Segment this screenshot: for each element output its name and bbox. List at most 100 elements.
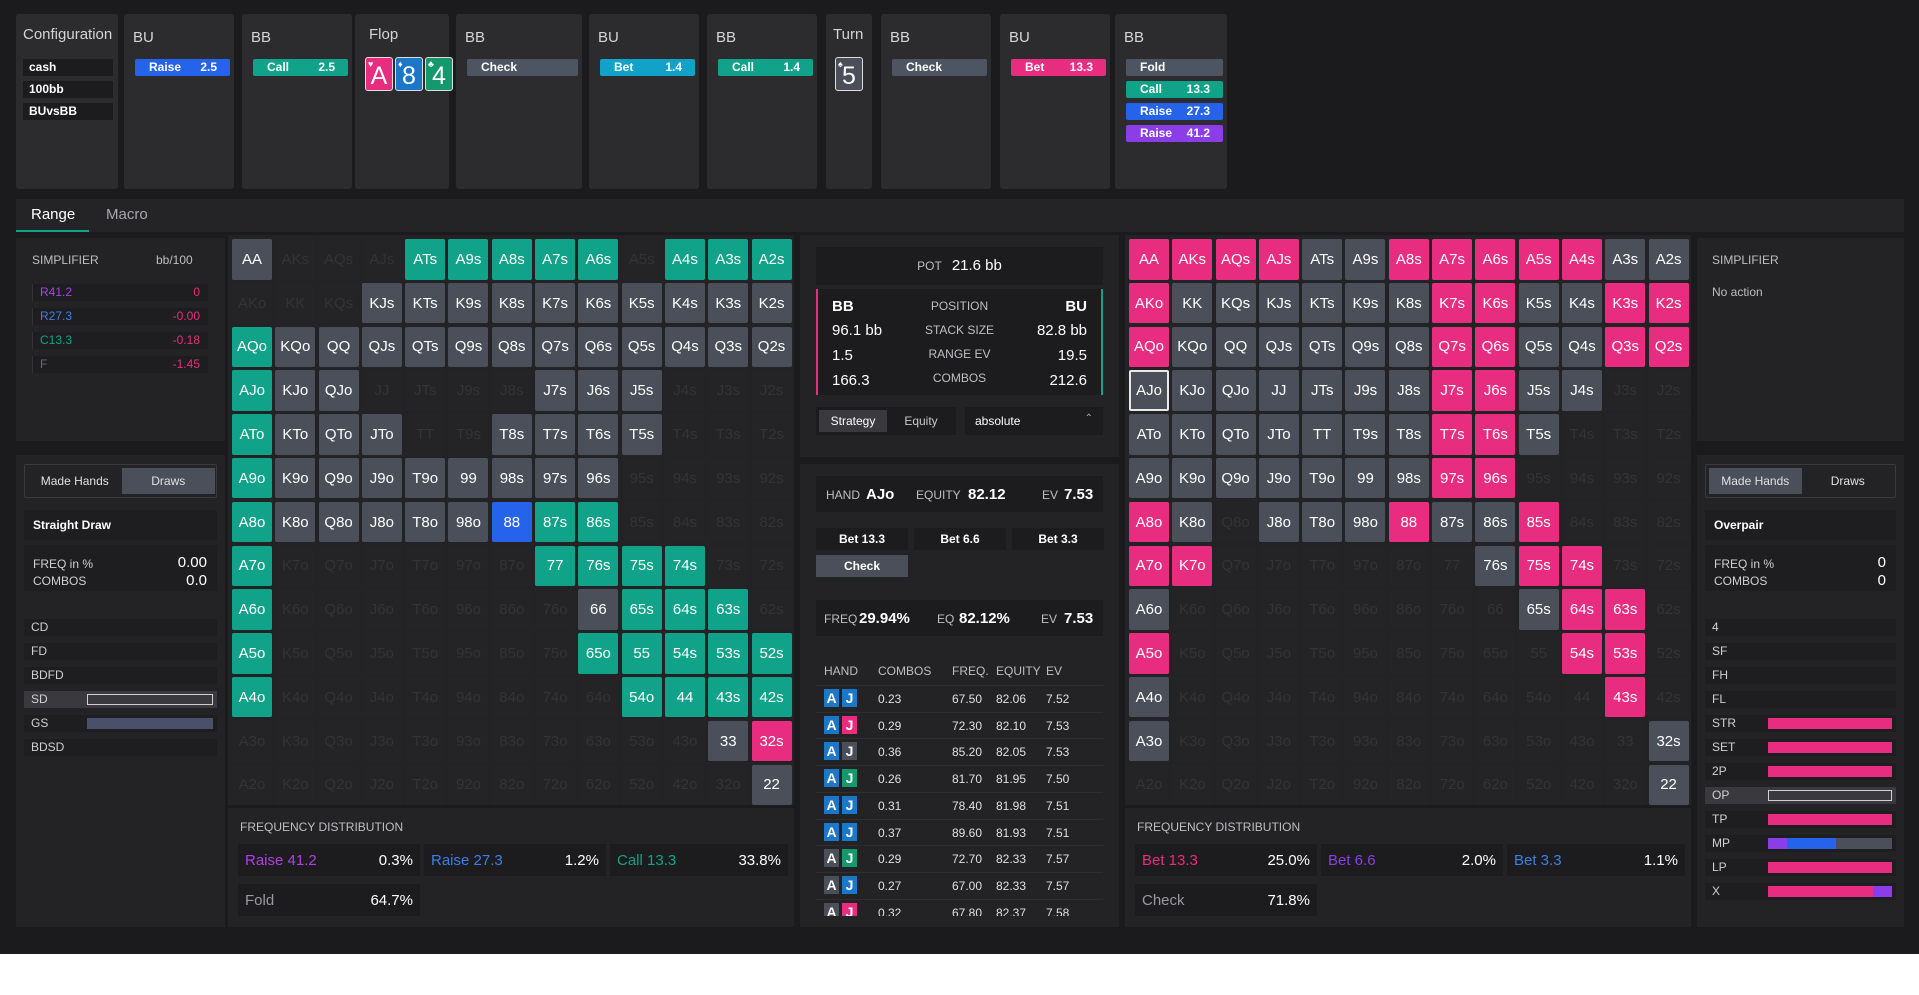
hand-cell[interactable]: Q9o — [318, 457, 359, 499]
hand-cell[interactable]: Q7s — [535, 326, 576, 368]
hand-cell[interactable]: 33 — [708, 720, 749, 762]
hand-cell[interactable]: T7o — [1302, 545, 1343, 587]
hand-cell[interactable]: T8s — [1388, 414, 1429, 455]
hand-cell[interactable]: 42s — [751, 676, 792, 718]
hand-cell[interactable]: 64s — [664, 589, 705, 630]
hand-cell[interactable]: KQs — [318, 282, 359, 324]
hand-cell[interactable]: 75s — [1518, 545, 1559, 587]
config-spot[interactable]: BUvsBB — [23, 103, 113, 120]
hand-cell[interactable]: T3o — [405, 720, 446, 762]
hand-cell[interactable]: 64o — [578, 676, 619, 718]
hand-cell[interactable]: Q7o — [318, 545, 359, 587]
filter-item-tp[interactable]: TP — [1705, 811, 1896, 828]
hand-cell[interactable]: 84s — [664, 501, 705, 543]
hand-cell[interactable]: J4s — [664, 370, 705, 411]
hand-cell[interactable]: 86o — [1388, 589, 1429, 630]
hand-cell[interactable]: A5o — [1129, 633, 1169, 674]
hand-cell[interactable]: J7o — [361, 545, 402, 587]
hand-cell[interactable]: 63o — [578, 720, 619, 762]
hand-cell[interactable]: 85o — [491, 633, 532, 674]
hand-cell[interactable]: J5o — [361, 633, 402, 674]
display-mode-select[interactable]: absolute ⌃ — [965, 407, 1103, 435]
hand-cell[interactable]: ATs — [1302, 239, 1343, 280]
hand-cell[interactable]: QTs — [1302, 326, 1343, 368]
hand-cell[interactable]: 74s — [1561, 545, 1602, 587]
hand-cell[interactable]: AJs — [1258, 239, 1299, 280]
hand-cell[interactable]: K4o — [1172, 676, 1213, 718]
hand-cell[interactable]: TT — [1302, 414, 1343, 455]
hand-cell[interactable]: 43o — [664, 720, 705, 762]
hand-cell[interactable]: AJs — [361, 239, 402, 280]
hand-cell[interactable]: K5s — [1518, 282, 1559, 324]
tab-equity[interactable]: Equity — [889, 410, 953, 432]
filter-tab-draws[interactable]: Draws — [1802, 468, 1895, 494]
table-row[interactable]: A J 0.29 72.70 82.33 7.57 — [816, 845, 1103, 870]
hand-cell[interactable]: 97s — [535, 457, 576, 499]
hand-cell[interactable]: 82s — [751, 501, 792, 543]
hand-cell[interactable]: 55 — [1518, 633, 1559, 674]
hand-cell[interactable]: KJs — [1258, 282, 1299, 324]
hand-cell[interactable]: Q9s — [448, 326, 489, 368]
hand-cell[interactable]: Q2o — [1215, 764, 1256, 806]
hand-cell[interactable]: 63o — [1475, 720, 1516, 762]
table-row[interactable]: A J 0.29 72.30 82.10 7.53 — [816, 711, 1103, 737]
hand-cell[interactable]: 74s — [664, 545, 705, 587]
hand-cell[interactable]: 84o — [491, 676, 532, 718]
table-row[interactable]: A J 0.31 78.40 81.98 7.51 — [816, 791, 1103, 817]
hand-cell[interactable]: KK — [1172, 282, 1213, 324]
hand-cell[interactable]: A5o — [232, 633, 272, 674]
hand-cell[interactable]: ATs — [405, 239, 446, 280]
hand-cell[interactable]: 95s — [621, 457, 662, 499]
hand-cell[interactable]: 95o — [1345, 633, 1386, 674]
hand-cell[interactable]: T5o — [1302, 633, 1343, 674]
hand-cell[interactable]: Q3s — [1605, 326, 1646, 368]
hand-cell[interactable]: A6s — [1475, 239, 1516, 280]
hand-bet-2[interactable]: Bet 6.6 — [914, 528, 1006, 550]
hand-cell[interactable]: A8o — [232, 501, 272, 543]
hand-cell[interactable]: AKo — [1129, 282, 1169, 324]
hand-cell[interactable]: QQ — [318, 326, 359, 368]
hand-cell[interactable]: T5o — [405, 633, 446, 674]
hand-cell[interactable]: 87s — [535, 501, 576, 543]
dist-item[interactable]: Bet 13.3 25.0% — [1135, 844, 1317, 876]
hand-cell[interactable]: K2s — [1648, 282, 1689, 324]
hand-cell[interactable]: 87o — [491, 545, 532, 587]
hand-cell[interactable]: KJo — [275, 370, 316, 411]
hand-cell[interactable]: A2s — [751, 239, 792, 280]
hand-cell[interactable]: J7s — [1432, 370, 1473, 411]
hand-cell[interactable]: KQo — [1172, 326, 1213, 368]
filter-item-bdsd[interactable]: BDSD — [24, 739, 217, 756]
hand-cell[interactable]: J6o — [1258, 589, 1299, 630]
hand-cell[interactable]: K8s — [491, 282, 532, 324]
hand-cell[interactable]: J8s — [491, 370, 532, 411]
hand-cell[interactable]: 82o — [491, 764, 532, 806]
hand-cell[interactable]: 75s — [621, 545, 662, 587]
hand-cell[interactable]: AA — [232, 239, 272, 280]
hand-cell[interactable]: J6s — [1475, 370, 1516, 411]
hand-bet-3[interactable]: Bet 3.3 — [1012, 528, 1104, 550]
hand-cell[interactable]: J2o — [361, 764, 402, 806]
action-button-bet[interactable]: Bet 1.4 — [600, 59, 695, 76]
hand-cell[interactable]: 53s — [1605, 633, 1646, 674]
hand-cell[interactable]: 52o — [621, 764, 662, 806]
hand-cell[interactable]: Q2s — [1648, 326, 1689, 368]
hand-cell[interactable]: J6s — [578, 370, 619, 411]
hand-cell[interactable]: Q6s — [578, 326, 619, 368]
hand-cell[interactable]: 88 — [1388, 501, 1429, 543]
hand-cell[interactable]: 74o — [535, 676, 576, 718]
hand-cell[interactable]: 95s — [1518, 457, 1559, 499]
hand-cell[interactable]: A3o — [1129, 720, 1169, 762]
action-button-raise[interactable]: Raise 27.3 — [1126, 103, 1223, 120]
hand-cell[interactable]: 96o — [1345, 589, 1386, 630]
dist-item[interactable]: Fold 64.7% — [238, 884, 420, 916]
hand-cell[interactable]: Q5o — [1215, 633, 1256, 674]
hand-cell[interactable]: QJs — [361, 326, 402, 368]
hand-cell[interactable]: Q8o — [318, 501, 359, 543]
hand-cell[interactable]: T9o — [405, 457, 446, 499]
hand-cell[interactable]: A8s — [1388, 239, 1429, 280]
hand-cell[interactable]: T9s — [1345, 414, 1386, 455]
hand-cell[interactable]: A4s — [664, 239, 705, 280]
hand-cell[interactable]: 97o — [448, 545, 489, 587]
filter-item-fl[interactable]: FL — [1705, 691, 1896, 708]
hand-cell[interactable]: K9s — [1345, 282, 1386, 324]
